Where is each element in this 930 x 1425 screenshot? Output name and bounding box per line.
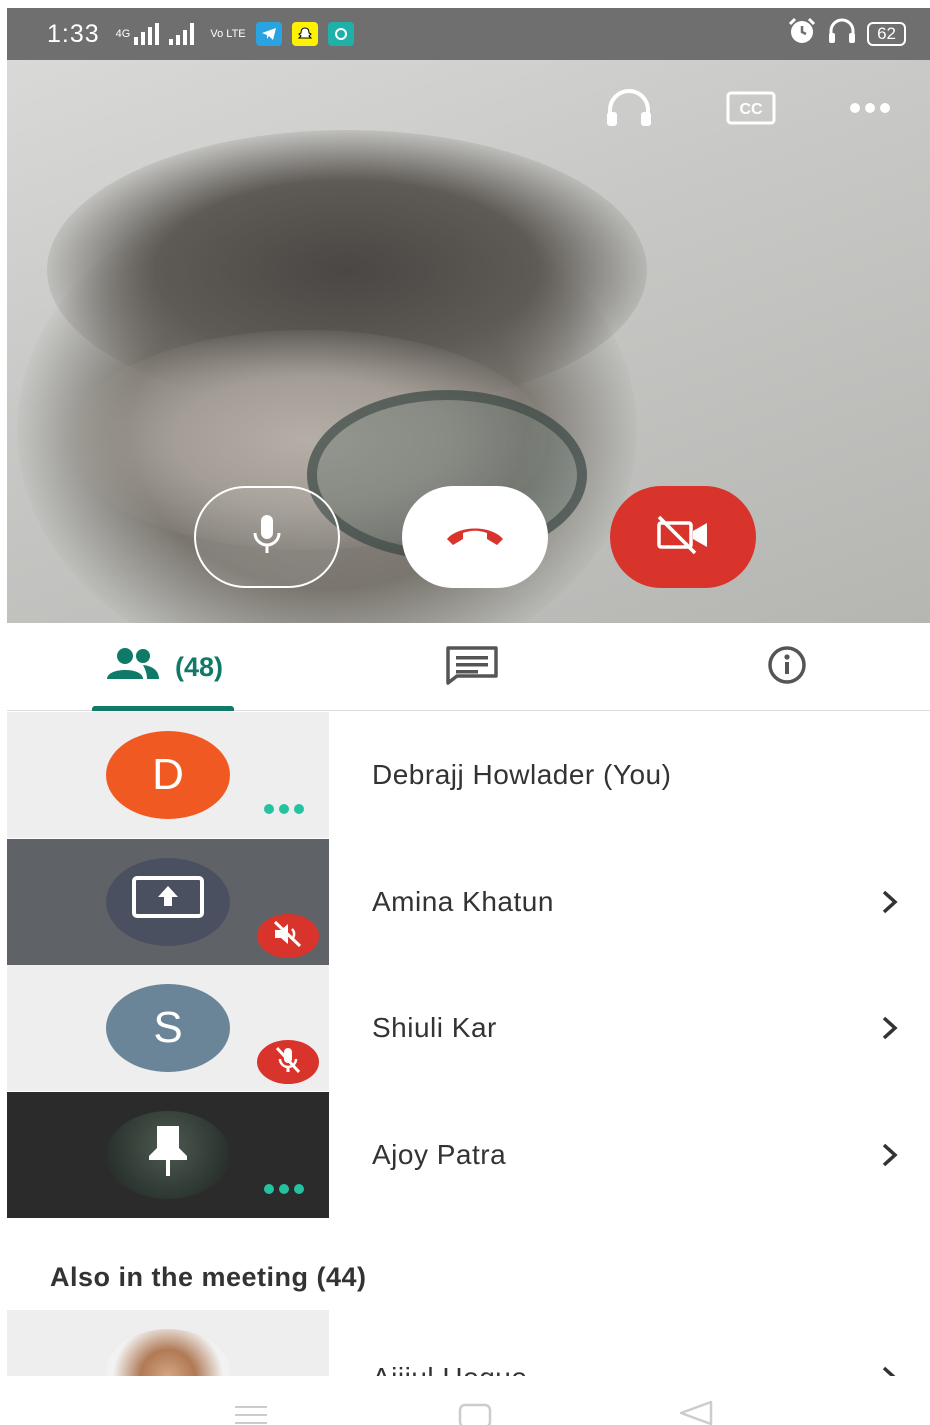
camera-toggle-button[interactable] xyxy=(610,486,756,588)
meeting-tabs: (48) xyxy=(7,623,930,711)
participant-name: Shiuli Kar xyxy=(372,1012,497,1043)
participant-name: Amina Khatun xyxy=(372,886,554,917)
participant-tile: D xyxy=(7,712,329,838)
avatar-initial: S xyxy=(153,1003,183,1052)
chevron-right-icon[interactable] xyxy=(880,839,900,965)
svg-text:CC: CC xyxy=(739,101,763,118)
people-icon xyxy=(103,647,161,688)
avatar: D xyxy=(106,731,230,819)
microphone-icon xyxy=(247,513,287,562)
active-tab-indicator xyxy=(92,706,234,711)
headset-status-icon xyxy=(827,17,857,52)
screen-share-icon xyxy=(131,875,205,930)
chevron-right-icon[interactable] xyxy=(880,965,900,1091)
avatar xyxy=(106,1329,230,1376)
speaking-dots-icon xyxy=(264,1184,304,1194)
volte-indicator: Vo LTE xyxy=(210,27,246,40)
captions-button[interactable]: CC xyxy=(726,91,776,130)
status-time: 1:33 xyxy=(47,19,100,48)
participant-name: Debrajj Howlader (You) xyxy=(372,759,672,790)
participant-name: Ajijul Hoque xyxy=(372,1358,527,1376)
self-video-feed[interactable]: CC xyxy=(7,60,930,623)
participant-row[interactable]: Amina Khatun xyxy=(7,839,930,965)
info-icon xyxy=(761,645,813,690)
tab-info[interactable] xyxy=(747,623,827,711)
muted-badge xyxy=(257,1040,319,1084)
participant-name: Ajoy Patra xyxy=(372,1139,507,1170)
mic-off-icon xyxy=(273,1045,303,1080)
back-nav-button[interactable] xyxy=(677,1400,715,1425)
participant-tile xyxy=(7,1092,329,1218)
telegram-icon xyxy=(255,22,282,46)
camera-off-icon xyxy=(655,515,711,560)
end-call-button[interactable] xyxy=(402,486,548,588)
muted-badge xyxy=(257,914,319,958)
signal-icon xyxy=(134,23,160,45)
participant-row[interactable]: S Shiuli Kar xyxy=(7,965,930,1091)
alarm-icon xyxy=(787,17,817,52)
home-nav-button[interactable] xyxy=(457,1402,493,1425)
also-in-meeting-heading: Also in the meeting (44) xyxy=(50,1262,367,1292)
participant-tile xyxy=(7,839,329,965)
participant-row[interactable]: D Debrajj Howlader (You) xyxy=(7,712,930,838)
message-app-icon xyxy=(327,22,354,46)
avatar: S xyxy=(106,984,230,1072)
tab-people[interactable]: (48) xyxy=(92,623,234,711)
participant-tile xyxy=(7,1310,329,1376)
microphone-button[interactable] xyxy=(194,486,340,588)
chevron-right-icon[interactable] xyxy=(880,1092,900,1218)
chat-icon xyxy=(445,645,499,690)
avatar xyxy=(106,1111,230,1199)
end-call-icon xyxy=(443,521,507,554)
chevron-right-icon[interactable] xyxy=(880,1358,900,1376)
avatar-initial: D xyxy=(152,750,184,799)
more-options-button[interactable] xyxy=(848,101,892,120)
audio-output-button[interactable] xyxy=(604,88,654,133)
pin-icon xyxy=(143,1122,193,1189)
status-bar: 1:33 4G Vo LTE 62 xyxy=(7,8,930,60)
avatar xyxy=(106,858,230,946)
tab-chat[interactable] xyxy=(432,623,512,711)
system-nav-bar xyxy=(0,1376,930,1425)
participant-tile: S xyxy=(7,965,329,1091)
volume-off-icon xyxy=(272,920,304,953)
people-count: (48) xyxy=(174,651,223,682)
signal-icon-2 xyxy=(169,23,195,45)
snapchat-icon xyxy=(291,22,318,46)
battery-indicator: 62 xyxy=(867,22,906,46)
speaking-dots-icon xyxy=(264,804,304,814)
menu-nav-button[interactable] xyxy=(233,1404,269,1425)
participant-row[interactable]: Ajijul Hoque xyxy=(7,1310,930,1376)
network-type: 4G xyxy=(115,28,131,40)
participant-row[interactable]: Ajoy Patra xyxy=(7,1092,930,1218)
